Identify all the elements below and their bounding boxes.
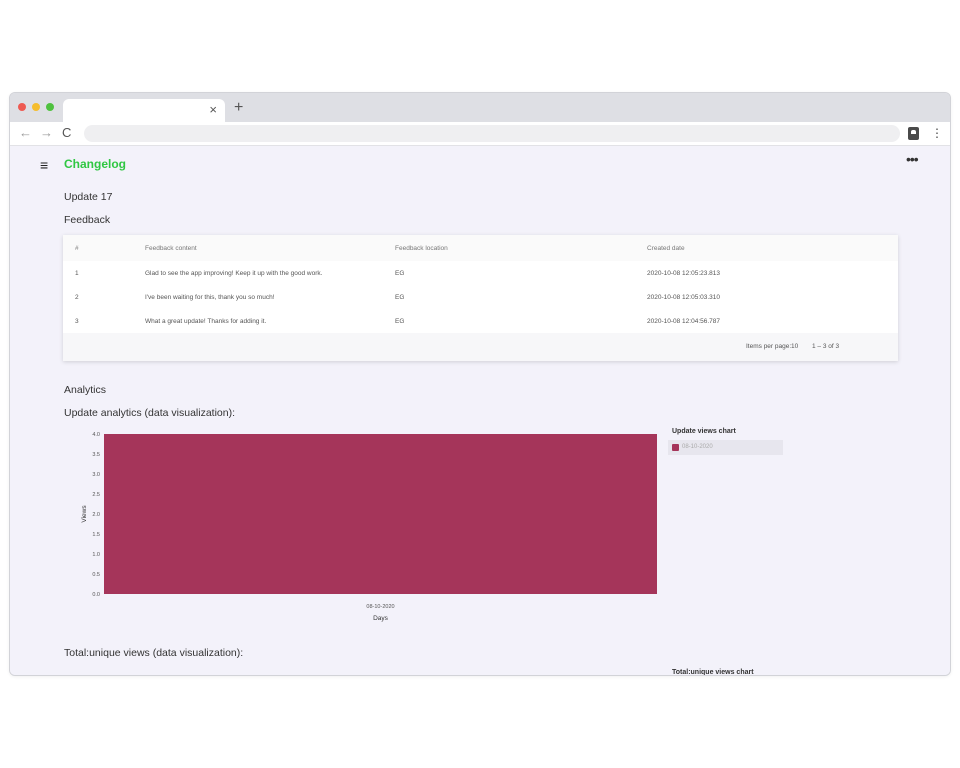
- forward-arrow-icon[interactable]: →: [40, 126, 53, 140]
- total-unique-title: Total:unique views (data visualization):: [64, 647, 244, 659]
- legend-label: 08-10-2020: [682, 444, 713, 450]
- y-tick-label: 2.5: [92, 492, 100, 498]
- y-tick-label: 1.5: [92, 532, 100, 538]
- y-tick-label: 3.0: [92, 472, 100, 478]
- feedback-location: EG: [395, 294, 405, 301]
- close-window-button[interactable]: [18, 103, 26, 111]
- browser-menu-icon[interactable]: ⋮: [931, 126, 943, 140]
- maximize-window-button[interactable]: [46, 103, 54, 111]
- new-tab-button[interactable]: +: [234, 100, 243, 116]
- y-tick-label: 0.0: [92, 592, 100, 598]
- feedback-content: Glad to see the app improving! Keep it u…: [145, 270, 323, 277]
- feedback-location: EG: [395, 270, 405, 277]
- update-views-chart: 0.0 0.5 1.0 1.5 2.0 2.5 3.0 3.5 4.0 08-10-2020 Day…: [81, 432, 657, 622]
- table-header-row: # Feedback content Feedback location Cre…: [63, 235, 898, 261]
- table-row[interactable]: 3 What a great update! Thanks for adding…: [63, 309, 898, 333]
- items-per-page-label: Items per page:: [746, 343, 792, 350]
- app-title: Changelog: [64, 157, 126, 171]
- y-axis-title: Views: [81, 505, 88, 523]
- browser-titlebar: × +: [10, 93, 950, 123]
- reload-icon[interactable]: C: [62, 126, 71, 140]
- chart-legend-title: Update views chart: [672, 428, 736, 435]
- feedback-location: EG: [395, 318, 405, 325]
- page-range-label: 1 – 3 of 3: [812, 343, 840, 350]
- table-row[interactable]: 2 I've been waiting for this, thank you …: [63, 285, 898, 309]
- column-header-number[interactable]: #: [75, 245, 79, 252]
- y-tick-label: 4.0: [92, 432, 100, 438]
- created-date: 2020-10-08 12:04:56.787: [647, 318, 721, 325]
- close-icon[interactable]: ×: [209, 103, 217, 117]
- table-row[interactable]: 1 Glad to see the app improving! Keep it…: [63, 261, 898, 285]
- x-axis-title: Days: [373, 615, 389, 622]
- feedback-content: What a great update! Thanks for adding i…: [145, 318, 267, 325]
- created-date: 2020-10-08 12:05:03.310: [647, 294, 721, 301]
- back-arrow-icon[interactable]: ←: [19, 126, 32, 140]
- analytics-section-title: Analytics: [64, 384, 107, 396]
- more-options-icon[interactable]: •••: [906, 151, 919, 167]
- clipboard-icon[interactable]: [908, 127, 919, 140]
- y-tick-label: 3.5: [92, 452, 100, 458]
- row-number: 3: [75, 318, 79, 325]
- items-per-page-select[interactable]: 10: [791, 343, 798, 350]
- minimize-window-button[interactable]: [32, 103, 40, 111]
- address-bar[interactable]: [84, 125, 900, 142]
- created-date: 2020-10-08 12:05:23.813: [647, 270, 721, 277]
- feedback-section-title: Feedback: [64, 214, 111, 226]
- browser-toolbar: ← → C ⋮: [10, 122, 950, 146]
- x-tick-label: 08-10-2020: [366, 604, 394, 610]
- column-header-date[interactable]: Created date: [647, 245, 685, 252]
- hamburger-menu-icon[interactable]: ≡: [40, 158, 48, 172]
- row-number: 2: [75, 294, 79, 301]
- update-analytics-title: Update analytics (data visualization):: [64, 407, 236, 419]
- bar[interactable]: [104, 434, 657, 594]
- feedback-table: # Feedback content Feedback location Cre…: [63, 235, 898, 361]
- update-title: Update 17: [64, 191, 113, 203]
- feedback-content: I've been waiting for this, thank you so…: [145, 294, 275, 301]
- column-header-location[interactable]: Feedback location: [395, 245, 448, 252]
- legend-swatch: [672, 444, 679, 451]
- table-paginator: Items per page: 10 1 – 3 of 3: [63, 333, 898, 361]
- column-header-content[interactable]: Feedback content: [145, 245, 197, 252]
- y-tick-label: 2.0: [92, 512, 100, 518]
- row-number: 1: [75, 270, 79, 277]
- chart2-legend-title: Total:unique views chart: [672, 669, 754, 676]
- browser-window: × + ← → C ⋮ ≡ Changelog ••• Update 17 Fe…: [9, 92, 951, 676]
- chart-legend-item[interactable]: 08-10-2020: [668, 440, 783, 455]
- page-content: ≡ Changelog ••• Update 17 Feedback # Fee…: [10, 147, 950, 676]
- browser-tab[interactable]: ×: [63, 99, 225, 123]
- y-tick-label: 0.5: [92, 572, 100, 578]
- y-tick-label: 1.0: [92, 552, 100, 558]
